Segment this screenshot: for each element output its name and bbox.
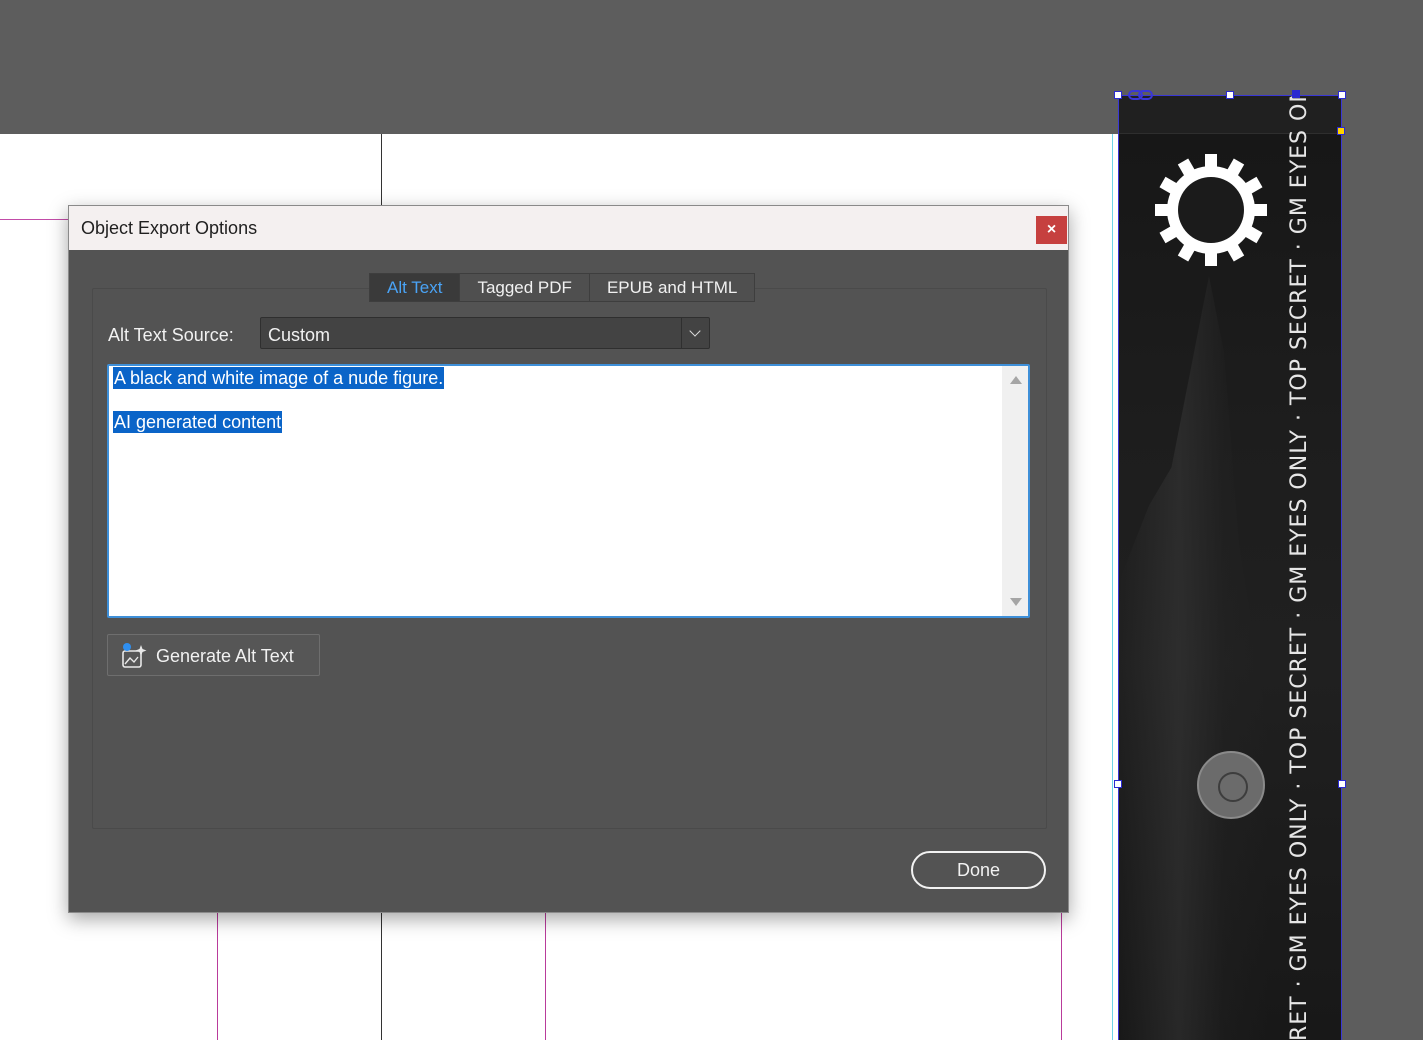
generate-alt-text-label: Generate Alt Text [156,646,294,666]
close-icon: × [1046,221,1057,238]
alt-text-line-2: AI generated content [113,411,283,433]
column-guide [381,134,382,206]
artwork-shadow [1119,276,1269,1040]
resize-handle-left[interactable] [1114,780,1122,788]
dialog-title: Object Export Options [81,218,258,238]
resize-handle-top[interactable] [1226,91,1234,99]
ai-sparkle-icon [122,643,147,668]
done-button[interactable]: Done [911,851,1046,889]
corner-options-handle[interactable] [1337,127,1345,135]
scroll-down-icon[interactable] [1010,598,1022,606]
generate-alt-text-button[interactable]: Generate Alt Text [107,634,320,676]
alt-text-source-value: Custom [268,325,331,345]
alt-text-field[interactable]: A black and white image of a nude figure… [107,364,1030,618]
column-guide [217,912,218,1040]
resize-handle-top-left[interactable] [1114,91,1122,99]
column-guide [1061,912,1062,1040]
resize-handle-right[interactable] [1338,780,1346,788]
link-icon[interactable] [1128,89,1154,101]
scroll-up-icon[interactable] [1010,376,1022,384]
resize-handle-top-right[interactable] [1338,91,1346,99]
gear-icon [1155,154,1267,266]
chevron-down-icon[interactable] [681,318,709,348]
tab-epub-and-html[interactable]: EPUB and HTML [590,274,754,301]
selected-image-frame[interactable]: RET · GM EYES ONLY · TOP SECRET · GM EYE… [1118,95,1342,1040]
margin-guide [0,219,70,220]
column-guide [381,912,382,1040]
bleed-guide [1112,134,1113,1040]
alt-text-source-label: Alt Text Source: [108,325,234,345]
tab-bar: Alt Text Tagged PDF EPUB and HTML [369,273,756,302]
alt-text-line-1: A black and white image of a nude figure… [113,367,445,389]
vertical-text-strip: RET · GM EYES ONLY · TOP SECRET · GM EYE… [1275,96,1335,1040]
tab-alt-text[interactable]: Alt Text [370,274,461,301]
alt-text-source-select[interactable]: Custom [260,317,710,349]
tab-tagged-pdf[interactable]: Tagged PDF [460,274,590,301]
dialog-titlebar[interactable]: Object Export Options × [69,206,1068,250]
vertical-text: RET · GM EYES ONLY · TOP SECRET · GM EYE… [1287,96,1312,1040]
close-button[interactable]: × [1036,216,1067,244]
knob-graphic [1197,751,1265,819]
object-export-options-dialog: Object Export Options × Alt Text Tagged … [68,205,1069,913]
content-grabber-handle[interactable] [1292,90,1300,98]
textarea-scrollbar[interactable] [1002,366,1028,616]
column-guide [545,912,546,1040]
